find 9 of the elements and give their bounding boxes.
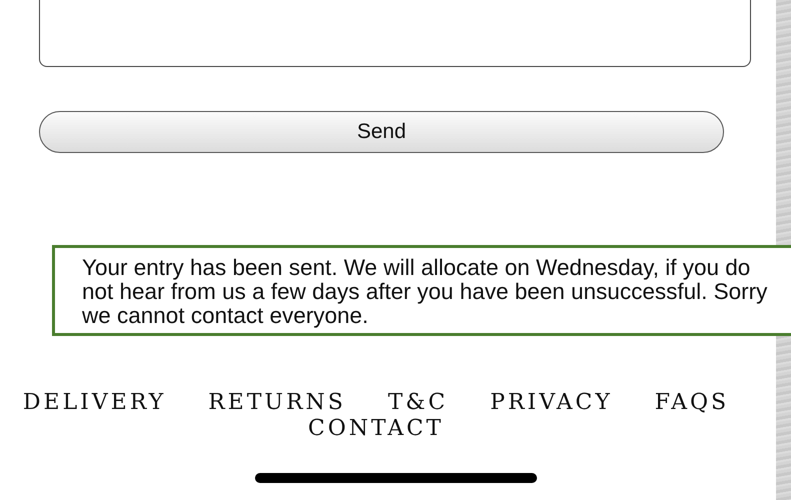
send-button[interactable]: Send [39,111,724,153]
footer-link[interactable]: FAQS [654,390,730,416]
footer-link[interactable]: DELIVERY [22,390,166,416]
footer-link[interactable]: T&C [388,390,448,416]
footer-link[interactable]: CONTACT [308,416,444,442]
message-field[interactable] [39,0,751,67]
confirmation-text: Your entry has been sent. We will allocate on Wednesday, if you do not hear from us a few days after you have been unsuccessful. Sorry we cannot contact everyone. [82,256,768,328]
footer-link[interactable]: PRIVACY [490,390,613,416]
footer-link[interactable]: RETURNS [208,390,346,416]
